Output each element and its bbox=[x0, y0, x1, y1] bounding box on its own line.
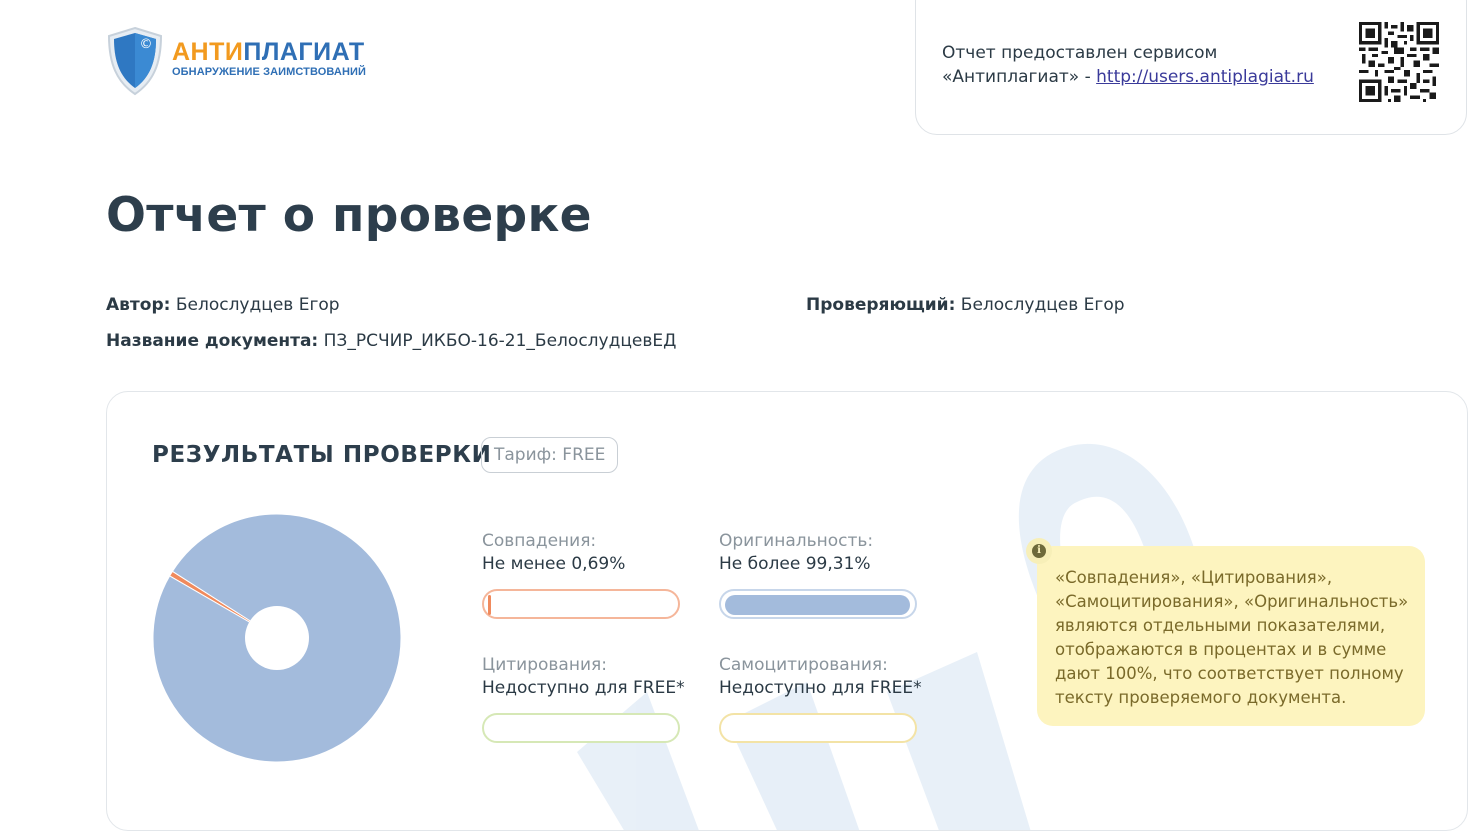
logo-tagline: ОБНАРУЖЕНИЕ ЗАИМСТВОВАНИЙ bbox=[172, 66, 367, 78]
logo-brand: АНТИПЛАГИАТ bbox=[172, 38, 366, 66]
checker-label: Проверяющий: bbox=[806, 295, 956, 315]
self-citations-label: Самоцитирования: bbox=[719, 655, 888, 675]
info-icon[interactable]: i bbox=[1026, 538, 1052, 564]
metric-matches: Совпадения: Не менее 0,69% bbox=[482, 531, 625, 574]
matches-label: Совпадения: bbox=[482, 531, 597, 551]
document-name-label: Название документа: bbox=[106, 331, 319, 351]
results-heading: РЕЗУЛЬТАТЫ ПРОВЕРКИ bbox=[152, 442, 492, 468]
checker-value: Белослудцев Егор bbox=[960, 295, 1125, 315]
antiplagiat-logo[interactable]: © АНТИПЛАГИАТ ОБНАРУЖЕНИЕ ЗАИМСТВОВАНИЙ bbox=[106, 26, 386, 98]
originality-bar bbox=[719, 589, 917, 619]
metric-citations: Цитирования: Недоступно для FREE* bbox=[482, 655, 685, 698]
author-label: Автор: bbox=[106, 295, 171, 315]
document-name-line: Название документа: ПЗ_РСЧИР_ИКБО-16-21_… bbox=[106, 331, 676, 351]
author-value: Белослудцев Егор bbox=[175, 295, 340, 315]
results-card: РЕЗУЛЬТАТЫ ПРОВЕРКИ Тариф: FREE Совпаден… bbox=[106, 391, 1468, 831]
metric-self-citations: Самоцитирования: Недоступно для FREE* bbox=[719, 655, 922, 698]
logo-text: АНТИПЛАГИАТ ОБНАРУЖЕНИЕ ЗАИМСТВОВАНИЙ bbox=[172, 38, 366, 79]
citations-value: Недоступно для FREE* bbox=[482, 678, 685, 698]
originality-bar-fill bbox=[725, 595, 910, 615]
provided-by-panel: Отчет предоставлен сервисом «Антиплагиат… bbox=[915, 0, 1467, 135]
self-citations-value: Недоступно для FREE* bbox=[719, 678, 922, 698]
provided-line2: «Антиплагиат» - http://users.antiplagiat… bbox=[942, 65, 1314, 89]
qr-code-icon bbox=[1359, 22, 1439, 102]
tariff-badge: Тариф: FREE bbox=[481, 437, 619, 473]
document-name-value: ПЗ_РСЧИР_ИКБО-16-21_БелослудцевЕД bbox=[323, 331, 677, 351]
provided-by-text: Отчет предоставлен сервисом «Антиплагиат… bbox=[942, 41, 1314, 89]
page-title: Отчет о проверке bbox=[106, 188, 592, 243]
originality-value: Не более 99,31% bbox=[719, 554, 871, 574]
matches-bar-fill bbox=[488, 595, 491, 615]
logo-shield-glyph: © bbox=[140, 37, 153, 52]
logo-brand-anti: АНТИ bbox=[172, 38, 244, 66]
provided-line2-prefix: «Антиплагиат» - bbox=[942, 67, 1097, 87]
provided-line1: Отчет предоставлен сервисом bbox=[942, 43, 1218, 63]
checker-line: Проверяющий: Белослудцев Егор bbox=[806, 295, 1125, 315]
self-citations-bar bbox=[719, 713, 917, 743]
originality-label: Оригинальность: bbox=[719, 531, 874, 551]
logo-brand-plagiat: ПЛАГИАТ bbox=[243, 38, 365, 66]
info-icon-glyph: i bbox=[1032, 544, 1046, 558]
info-note-text: «Совпадения», «Цитирования», «Самоцитиро… bbox=[1055, 568, 1409, 707]
matches-value: Не менее 0,69% bbox=[482, 554, 626, 574]
donut-hole bbox=[245, 606, 309, 670]
metric-originality: Оригинальность: Не более 99,31% bbox=[719, 531, 873, 574]
shield-logo-icon: © bbox=[107, 26, 163, 96]
results-donut-chart bbox=[152, 513, 402, 763]
info-note: «Совпадения», «Цитирования», «Самоцитиро… bbox=[1037, 546, 1425, 726]
matches-bar bbox=[482, 589, 680, 619]
antiplagiat-link[interactable]: http://users.antiplagiat.ru bbox=[1096, 67, 1314, 87]
citations-bar bbox=[482, 713, 680, 743]
author-line: Автор: Белослудцев Егор bbox=[106, 295, 340, 315]
citations-label: Цитирования: bbox=[482, 655, 607, 675]
